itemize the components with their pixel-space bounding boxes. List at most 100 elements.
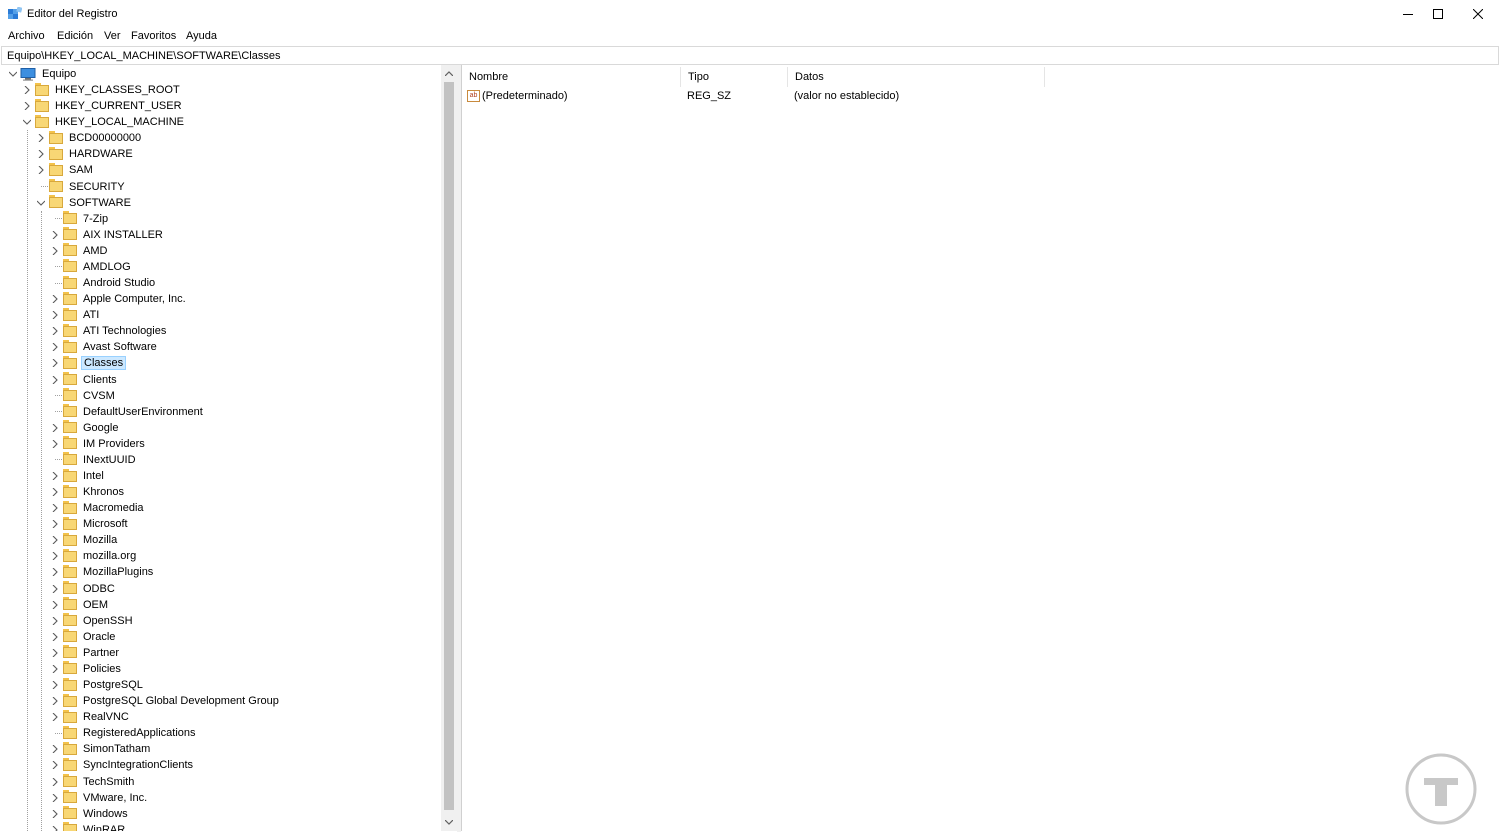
column-header-tipo[interactable]: Tipo [681, 67, 788, 87]
expand-toggle[interactable] [49, 677, 61, 693]
expand-toggle[interactable] [49, 468, 61, 484]
tree-item-key[interactable]: Intel [49, 468, 106, 484]
tree-item-key[interactable]: PostgreSQL Global Development Group [49, 693, 281, 709]
expand-toggle[interactable] [49, 307, 61, 323]
tree-item-key[interactable]: OEM [49, 597, 110, 613]
tree-item-key[interactable]: CVSM [49, 388, 117, 404]
tree-item-key[interactable]: Clients [49, 372, 119, 388]
tree-item-key[interactable]: Oracle [49, 629, 117, 645]
tree-item-key[interactable]: AMD [49, 243, 109, 259]
expand-toggle[interactable] [49, 227, 61, 243]
tree-item-key[interactable]: WinRAR [49, 822, 127, 831]
tree-item-key[interactable]: Mozilla [49, 532, 119, 548]
expand-toggle[interactable] [49, 741, 61, 757]
tree-item-key[interactable]: Avast Software [49, 339, 159, 355]
expand-toggle[interactable] [49, 420, 61, 436]
expand-toggle[interactable] [35, 130, 47, 146]
expand-toggle[interactable] [49, 806, 61, 822]
tree-scrollbar[interactable] [441, 65, 457, 831]
tree-item-key[interactable]: VMware, Inc. [49, 790, 149, 806]
expand-toggle[interactable] [49, 645, 61, 661]
expand-toggle[interactable] [49, 532, 61, 548]
tree-item-key[interactable]: Policies [49, 661, 123, 677]
tree-item-key[interactable]: Partner [49, 645, 121, 661]
expand-toggle[interactable] [21, 82, 33, 98]
expand-toggle[interactable] [49, 693, 61, 709]
tree-item-key[interactable]: RealVNC [49, 709, 131, 725]
tree-item-hive[interactable]: HKEY_LOCAL_MACHINE [21, 114, 186, 130]
tree-item-key[interactable]: Macromedia [49, 500, 146, 516]
tree-item-hive[interactable]: HKEY_CLASSES_ROOT [21, 82, 182, 98]
expand-toggle[interactable] [49, 355, 61, 371]
values-list[interactable] [461, 65, 1500, 831]
tree-item-key[interactable]: SAM [35, 162, 95, 178]
tree-item-key[interactable]: HARDWARE [35, 146, 135, 162]
tree-item-equipo[interactable]: Equipo [7, 66, 78, 82]
tree-item-key[interactable]: DefaultUserEnvironment [49, 404, 205, 420]
scroll-up-button[interactable] [441, 65, 457, 82]
tree-item-key[interactable]: ATI Technologies [49, 323, 168, 339]
menu-edicion[interactable]: Edición [57, 30, 93, 42]
tree-item-key[interactable]: 7-Zip [49, 211, 110, 227]
tree-item-key[interactable]: Khronos [49, 484, 126, 500]
menu-ayuda[interactable]: Ayuda [186, 30, 217, 42]
tree-item-key[interactable]: INextUUID [49, 452, 138, 468]
tree-item-hive[interactable]: HKEY_CURRENT_USER [21, 98, 184, 114]
expand-toggle[interactable] [49, 548, 61, 564]
expand-toggle[interactable] [49, 709, 61, 725]
address-bar[interactable]: Equipo\HKEY_LOCAL_MACHINE\SOFTWARE\Class… [1, 46, 1499, 65]
tree-item-key[interactable]: Apple Computer, Inc. [49, 291, 188, 307]
tree-item-key[interactable]: AIX INSTALLER [49, 227, 165, 243]
tree-item-key[interactable]: OpenSSH [49, 613, 135, 629]
address-path[interactable]: Equipo\HKEY_LOCAL_MACHINE\SOFTWARE\Class… [7, 50, 280, 62]
tree-item-key[interactable]: MozillaPlugins [49, 564, 155, 580]
tree-item-key[interactable]: mozilla.org [49, 548, 138, 564]
tree-item-key[interactable]: Microsoft [49, 516, 130, 532]
expand-toggle[interactable] [49, 661, 61, 677]
tree-item-key[interactable]: TechSmith [49, 774, 136, 790]
tree-item-key[interactable]: PostgreSQL [49, 677, 145, 693]
expand-toggle[interactable] [49, 243, 61, 259]
tree-item-key[interactable]: Windows [49, 806, 130, 822]
expand-toggle[interactable] [49, 613, 61, 629]
tree-item-key[interactable]: ATI [49, 307, 101, 323]
expand-toggle[interactable] [49, 822, 61, 831]
scroll-thumb[interactable] [444, 82, 454, 810]
expand-toggle[interactable] [49, 757, 61, 773]
tree-item-key[interactable]: IM Providers [49, 436, 147, 452]
tree-item-key[interactable]: Google [49, 420, 120, 436]
tree-item-key[interactable]: SOFTWARE [35, 195, 133, 211]
expand-toggle[interactable] [49, 774, 61, 790]
tree-item-key[interactable]: SimonTatham [49, 741, 152, 757]
expand-toggle[interactable] [35, 162, 47, 178]
expand-toggle[interactable] [49, 323, 61, 339]
tree-item-key[interactable]: SECURITY [35, 179, 127, 195]
registry-tree[interactable]: Equipo HKEY_CLASSES_ROOT HKEY_CURRENT_USER… [1, 65, 458, 831]
expand-toggle[interactable] [21, 114, 33, 130]
scroll-down-button[interactable] [441, 814, 457, 831]
tree-item-selected[interactable]: Classes [49, 355, 127, 371]
close-button[interactable] [1455, 0, 1500, 28]
tree-item-key[interactable]: BCD00000000 [35, 130, 143, 146]
expand-toggle[interactable] [49, 597, 61, 613]
tree-item-key[interactable]: RegisteredApplications [49, 725, 198, 741]
expand-toggle[interactable] [35, 146, 47, 162]
expand-toggle[interactable] [35, 195, 47, 211]
list-row[interactable]: ab (Predeterminado) REG_SZ (valor no esta… [462, 88, 1498, 105]
column-header-nombre[interactable]: Nombre [462, 67, 681, 87]
expand-toggle[interactable] [49, 790, 61, 806]
tree-item-key[interactable]: AMDLOG [49, 259, 133, 275]
tree-item-key[interactable]: SyncIntegrationClients [49, 757, 195, 773]
expand-toggle[interactable] [49, 291, 61, 307]
expand-toggle[interactable] [49, 581, 61, 597]
expand-toggle[interactable] [49, 339, 61, 355]
expand-toggle[interactable] [49, 436, 61, 452]
expand-toggle[interactable] [21, 98, 33, 114]
tree-item-key[interactable]: ODBC [49, 581, 117, 597]
expand-toggle[interactable] [49, 500, 61, 516]
tree-item-key[interactable]: Android Studio [49, 275, 157, 291]
column-header-datos[interactable]: Datos [788, 67, 1045, 87]
expand-toggle[interactable] [49, 629, 61, 645]
expand-toggle[interactable] [49, 564, 61, 580]
expand-toggle[interactable] [49, 516, 61, 532]
